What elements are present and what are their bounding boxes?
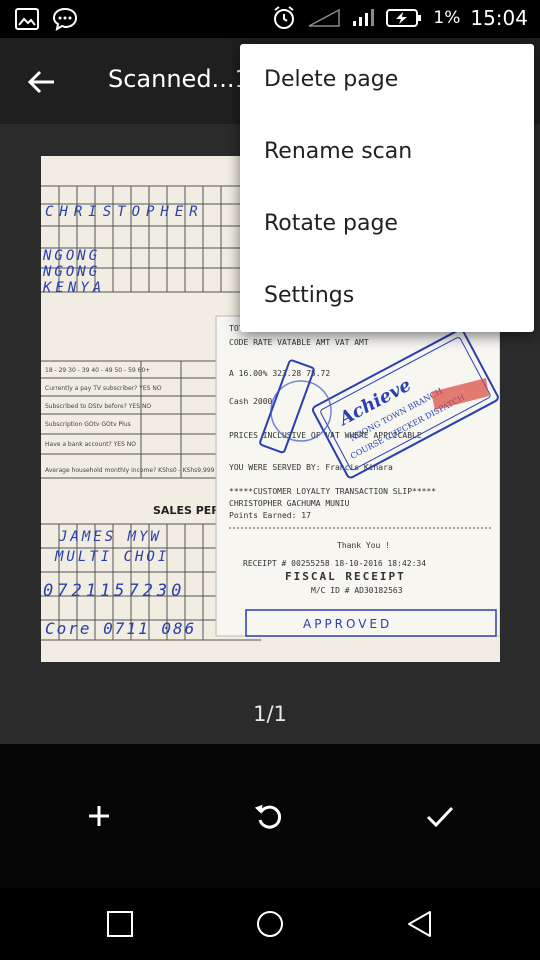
- svg-text:Thank You !: Thank You !: [337, 541, 390, 550]
- signal-empty-icon: [309, 8, 341, 27]
- svg-text:APPROVED: APPROVED: [303, 617, 392, 631]
- svg-text:Points Earned: 17: Points Earned: 17: [229, 511, 311, 520]
- svg-text:Cash 2000: Cash 2000: [229, 397, 273, 406]
- gallery-icon: [15, 8, 39, 30]
- svg-text:Average household monthly inco: Average household monthly income? KShs0 …: [45, 467, 215, 474]
- back-icon[interactable]: [404, 908, 436, 940]
- back-arrow-icon[interactable]: [24, 64, 60, 100]
- svg-text:CHRISTOPHER GACHUMA MUNIU: CHRISTOPHER GACHUMA MUNIU: [229, 499, 350, 508]
- svg-text:NGONG: NGONG: [42, 248, 100, 264]
- svg-text:Subscription: Subscription GOtv GOtv Plus: [45, 421, 131, 428]
- svg-text:CHRISTOPHER: CHRISTOPHER: [45, 204, 204, 220]
- svg-text:KENYA: KENYA: [42, 280, 105, 296]
- svg-text:MULTI CHOI: MULTI CHOI: [54, 549, 169, 565]
- svg-text:0721157230: 0721157230: [43, 581, 185, 601]
- page-counter: 1/1: [253, 702, 287, 726]
- menu-item-delete-page[interactable]: Delete page: [240, 44, 534, 116]
- battery-charging-icon: [386, 9, 422, 27]
- svg-text:FISCAL RECEIPT: FISCAL RECEIPT: [285, 570, 406, 583]
- svg-text:NGONG: NGONG: [42, 264, 100, 280]
- battery-percent: 1%: [433, 8, 461, 28]
- status-bar: 1% 15:04: [0, 0, 540, 38]
- form-title: SALES PER: [153, 504, 220, 517]
- clock: 15:04: [470, 6, 528, 30]
- home-icon[interactable]: [254, 908, 286, 940]
- signal-bars-icon: [353, 9, 375, 26]
- svg-text:RECEIPT # 00255258 18-10-20: RECEIPT # 00255258 18-10-2016 18:42:34: [243, 559, 426, 568]
- svg-text:Core 0711 086: Core 0711 086: [45, 619, 196, 638]
- svg-text:Subscribed to DStv before?: Subscribed to DStv before? YES NO: [45, 403, 151, 410]
- add-page-icon[interactable]: [81, 798, 117, 834]
- rotate-icon[interactable]: [251, 798, 287, 834]
- chat-icon: [52, 7, 78, 31]
- svg-text:Have a bank account?: Have a bank account? YES NO: [45, 441, 136, 448]
- menu-item-rotate-page[interactable]: Rotate page: [240, 188, 534, 260]
- system-nav-bar: [0, 888, 540, 960]
- checkmark-icon[interactable]: [422, 798, 458, 834]
- alarm-icon: [274, 6, 295, 29]
- overflow-menu: Delete page Rename scan Rotate page Sett…: [240, 44, 534, 332]
- svg-text:M/C ID # AD30182563: M/C ID # AD30182563: [311, 586, 403, 595]
- svg-text:Currently a pay TV subscriber?: Currently a pay TV subscriber? YES NO: [45, 385, 162, 392]
- svg-text:YOU WERE SERVED BY: Francis Ki: YOU WERE SERVED BY: Francis Kinara: [229, 463, 393, 472]
- bottom-action-bar: [0, 744, 540, 888]
- scan-title: Scanned...1: [108, 65, 250, 93]
- svg-text:*****CUSTOMER LOYALTY TRANSACT: *****CUSTOMER LOYALTY TRANSACTION SLIP**…: [229, 487, 436, 496]
- svg-text:18 - 29 30 - 39 40 - 49: 18 - 29 30 - 39 40 - 49 50 - 59 60+: [45, 367, 150, 374]
- menu-item-settings[interactable]: Settings: [240, 260, 534, 332]
- svg-text:A 16.00% 323.28: A 16.00% 323.28 75.72: [229, 369, 330, 378]
- svg-text:JAMES MYW: JAMES MYW: [58, 529, 162, 545]
- menu-item-rename-scan[interactable]: Rename scan: [240, 116, 534, 188]
- recents-icon[interactable]: [104, 908, 136, 940]
- svg-text:CODE RATE VATABLE AMT: CODE RATE VATABLE AMT VAT AMT: [229, 338, 369, 347]
